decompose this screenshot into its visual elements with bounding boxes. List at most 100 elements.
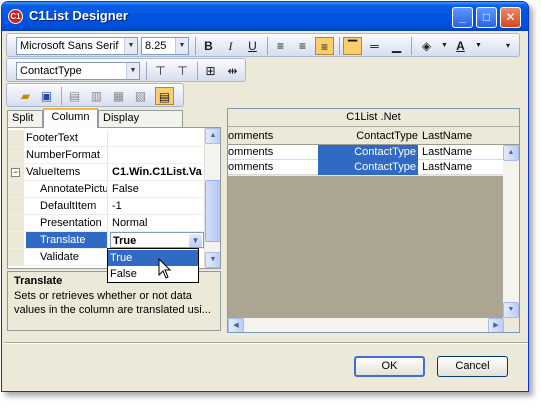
chevron-down-icon[interactable]: ▼	[469, 37, 488, 55]
ok-button[interactable]: OK	[354, 356, 425, 377]
layout-button-5[interactable]: ▤	[155, 87, 174, 105]
scroll-down-icon[interactable]: ▼	[503, 302, 519, 318]
close-icon: ✕	[505, 10, 516, 24]
valign-top-button[interactable]: ▔	[343, 37, 362, 55]
property-row-selected[interactable]: Translate True ▼	[8, 232, 204, 249]
scroll-up-icon[interactable]: ▲	[503, 145, 519, 161]
align-left-button[interactable]: ≡	[271, 37, 290, 55]
preview-cell[interactable]: omments	[228, 145, 316, 160]
title-bar[interactable]: C1 C1List Designer _ □ ✕	[2, 2, 528, 31]
back-color-button[interactable]: ◈	[417, 37, 436, 55]
insert-column-left-button[interactable]: ⊤	[151, 62, 170, 80]
translate-dropdown-list[interactable]: True False	[107, 248, 199, 283]
property-value[interactable]: Normal	[110, 215, 204, 231]
bold-button[interactable]: B	[199, 37, 218, 55]
preview-cell[interactable]: LastName	[420, 145, 500, 160]
preview-cell[interactable]: ContactType	[318, 160, 418, 175]
split-horizontal-button[interactable]: ⇹	[223, 62, 242, 80]
open-button[interactable]: ▰	[16, 87, 35, 105]
toolbar-separator	[339, 37, 340, 55]
property-value[interactable]: False	[110, 181, 204, 197]
preview-vertical-scrollbar[interactable]: ▲ ▼	[503, 145, 519, 318]
property-value[interactable]	[110, 130, 204, 146]
property-value-editor[interactable]: True ▼	[110, 232, 204, 248]
property-row[interactable]: DefaultItem -1	[8, 198, 204, 215]
font-color-icon: A	[456, 39, 465, 53]
insert-column-right-button[interactable]: ⊤	[173, 62, 192, 80]
property-value[interactable]	[110, 147, 204, 163]
tab-display-column[interactable]: Display Column	[98, 110, 183, 139]
property-row[interactable]: NumberFormat	[8, 147, 204, 164]
chevron-down-icon[interactable]: ▼	[189, 234, 202, 247]
column-combo[interactable]: ContactType ▼	[16, 62, 140, 80]
column-header[interactable]: ContactType	[318, 128, 418, 144]
cancel-button[interactable]: Cancel	[437, 356, 508, 377]
scroll-right-icon[interactable]: ▶	[488, 318, 504, 332]
italic-button[interactable]: I	[221, 37, 240, 55]
minimize-button[interactable]: _	[452, 7, 473, 28]
chevron-down-icon[interactable]: ▼	[175, 38, 188, 54]
scroll-left-icon[interactable]: ◀	[228, 318, 244, 332]
scroll-thumb[interactable]	[205, 180, 220, 242]
layout-button-1[interactable]: ▤	[65, 87, 84, 105]
property-row[interactable]: − ValueItems C1.Win.C1List.Va	[8, 164, 204, 181]
preview-cell[interactable]: omments	[228, 160, 316, 175]
valign-bottom-icon: ▁	[391, 39, 402, 53]
scroll-down-icon[interactable]: ▼	[205, 252, 220, 268]
font-size-value: 8.25	[145, 40, 167, 52]
insert-column-icon: ⊤	[177, 64, 188, 78]
dropdown-option-false[interactable]: False	[108, 266, 198, 282]
layout-button-3[interactable]: ▦	[109, 87, 128, 105]
maximize-button[interactable]: □	[476, 7, 497, 28]
chevron-down-icon[interactable]: ▼	[124, 38, 137, 54]
preview-row[interactable]: omments ContactType LastName	[228, 145, 519, 160]
chevron-down-icon[interactable]: ▼	[126, 63, 139, 79]
align-center-button[interactable]: ≡	[293, 37, 312, 55]
property-value[interactable]: -1	[110, 198, 204, 214]
column-toolbar: ContactType ▼ ⊤ ⊤ ⊞ ⇹	[6, 58, 246, 82]
tab-strip: Split Column Display Column	[7, 108, 221, 139]
preview-row[interactable]: omments ContactType LastName	[228, 160, 519, 175]
font-size-combo[interactable]: 8.25 ▼	[141, 37, 189, 55]
property-row[interactable]: FooterText	[8, 130, 204, 147]
underline-button[interactable]: U	[243, 37, 262, 55]
split-button[interactable]: ⊞	[201, 62, 220, 80]
layout-button-4[interactable]: ▧	[131, 87, 150, 105]
align-right-button[interactable]: ≡	[315, 37, 334, 55]
property-value[interactable]: C1.Win.C1List.Va	[110, 164, 204, 180]
toolbar-separator	[195, 37, 196, 55]
tab-column[interactable]: Column	[43, 108, 98, 128]
window-title: C1List Designer	[29, 8, 128, 23]
close-button[interactable]: ✕	[500, 7, 521, 28]
property-row[interactable]: AnnotatePicture False	[8, 181, 204, 198]
valign-middle-button[interactable]: ═	[365, 37, 384, 55]
property-name: AnnotatePicture	[26, 181, 108, 197]
description-text: Sets or retrieves whether or not data va…	[14, 290, 211, 316]
property-name: Translate	[26, 232, 108, 248]
scroll-up-icon[interactable]: ▲	[205, 128, 220, 144]
layout-button-2[interactable]: ▥	[87, 87, 106, 105]
app-icon: C1	[8, 9, 23, 24]
toolbar-overflow-icon[interactable]: ▾	[501, 37, 515, 55]
footer-divider	[4, 342, 528, 344]
valign-bottom-button[interactable]: ▁	[387, 37, 406, 55]
column-header[interactable]: LastName	[422, 128, 502, 144]
font-name-combo[interactable]: Microsoft Sans Serif ▼	[16, 37, 138, 55]
tab-split[interactable]: Split	[7, 110, 43, 127]
property-grid-scrollbar[interactable]: ▲ ▼	[204, 128, 220, 268]
fore-color-button[interactable]: A	[451, 37, 470, 55]
folder-icon: ▰	[20, 89, 31, 103]
property-name: Presentation	[26, 215, 108, 231]
property-row[interactable]: Presentation Normal	[8, 215, 204, 232]
dropdown-option-true[interactable]: True	[108, 250, 198, 266]
split-horizontal-icon: ⇹	[227, 64, 238, 78]
preview-horizontal-scrollbar[interactable]: ◀ ▶	[228, 318, 504, 332]
preview-cell[interactable]: ContactType	[318, 145, 418, 160]
preview-cell[interactable]: LastName	[420, 160, 500, 175]
file-toolbar: ▰ ▣ ▤ ▥ ▦ ▧ ▤	[6, 83, 184, 107]
column-header[interactable]: omments	[228, 128, 316, 144]
insert-column-icon: ⊤	[155, 64, 166, 78]
save-button[interactable]: ▣	[37, 87, 56, 105]
valign-top-icon: ▔	[347, 40, 358, 54]
collapse-icon[interactable]: −	[11, 168, 20, 177]
